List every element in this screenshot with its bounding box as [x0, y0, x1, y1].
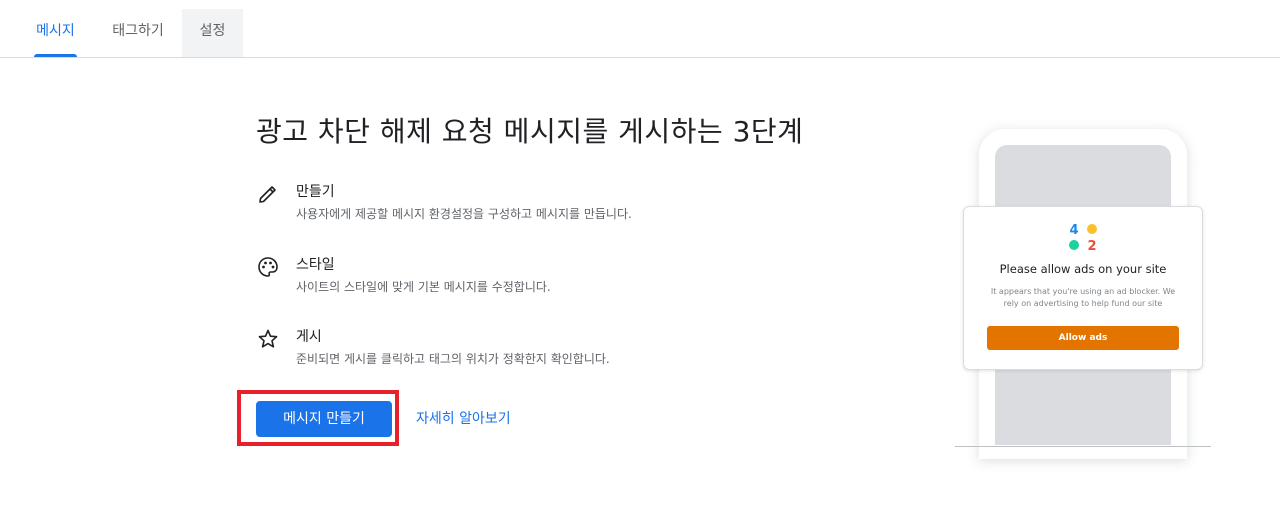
- preview-card-body: It appears that you're using an ad block…: [990, 287, 1176, 308]
- palette-icon: [258, 257, 278, 277]
- step-name: 게시: [296, 329, 322, 345]
- page-title: 광고 차단 해제 요청 메시지를 게시하는 3단계: [256, 115, 804, 148]
- step-style: 스타일 사이트의 스타일에 맞게 기본 메시지를 수정합니다.: [256, 254, 816, 304]
- step-description: 사용자에게 제공할 메시지 환경설정을 구성하고 메시지를 만듭니다.: [296, 207, 632, 221]
- divider: [955, 446, 1211, 447]
- tab-bar: 메시지 태그하기 설정: [0, 0, 1280, 58]
- create-message-button[interactable]: 메시지 만들기: [256, 401, 392, 437]
- preview-card-title: Please allow ads on your site: [999, 262, 1167, 276]
- allow-ads-button: Allow ads: [987, 326, 1179, 350]
- logo-digit-2: 2: [1087, 239, 1096, 253]
- step-create: 만들기 사용자에게 제공할 메시지 환경설정을 구성하고 메시지를 만듭니다.: [256, 181, 816, 231]
- step-description: 사이트의 스타일에 맞게 기본 메시지를 수정합니다.: [296, 280, 551, 294]
- site-logo-icon: 4 2: [1069, 223, 1097, 253]
- learn-more-link[interactable]: 자세히 알아보기: [416, 401, 511, 437]
- tab-messages[interactable]: 메시지: [34, 9, 77, 57]
- step-publish: 게시 준비되면 게시를 클릭하고 태그의 위치가 정확한지 확인합니다.: [256, 326, 816, 376]
- tab-tagging[interactable]: 태그하기: [108, 9, 168, 57]
- step-name: 만들기: [296, 184, 335, 200]
- logo-digit-4: 4: [1069, 223, 1078, 238]
- tab-settings[interactable]: 설정: [182, 9, 243, 57]
- step-name: 스타일: [296, 257, 335, 273]
- star-icon: [258, 329, 278, 348]
- step-description: 준비되면 게시를 클릭하고 태그의 위치가 정확한지 확인합니다.: [296, 352, 610, 366]
- pencil-icon: [259, 186, 276, 203]
